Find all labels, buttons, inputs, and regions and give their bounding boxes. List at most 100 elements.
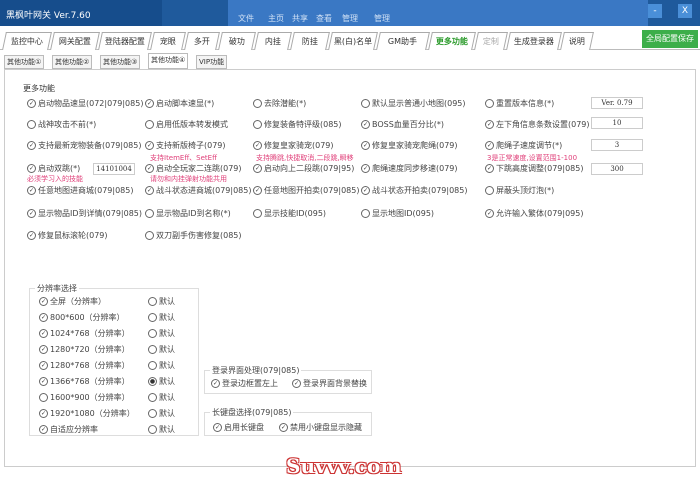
resolution-checkbox[interactable]: ✓ 1366*768（分辨率） — [39, 376, 130, 387]
default-radio[interactable]: 默认 — [148, 360, 175, 371]
jump-height-input[interactable]: 300 — [591, 163, 643, 175]
default-radio[interactable]: 默认 — [148, 328, 175, 339]
option-checkbox[interactable]: ✓ 修复皇家骑宠(079) — [253, 140, 334, 151]
tab-label: 多开 — [193, 37, 210, 46]
resolution-checkbox[interactable]: ✓ 800*600（分辨率） — [39, 312, 125, 323]
option-checkbox[interactable]: 显示地图ID(095) — [361, 208, 434, 219]
option-checkbox[interactable]: ✓ BOSS血量百分比(*) — [361, 119, 444, 130]
resolution-checkbox[interactable]: 1600*900（分辨率） — [39, 392, 130, 403]
default-radio[interactable]: 默认 — [148, 296, 175, 307]
login-left-top-checkbox[interactable]: ✓ 登录边框置左上 — [211, 378, 278, 389]
subtab-2[interactable]: 其他功能③ — [100, 55, 141, 69]
check-icon: ✓ — [485, 209, 494, 218]
tab-9[interactable]: GM助手 — [376, 32, 430, 50]
long-keyboard-checkbox[interactable]: ✓ 启用长键盘 — [213, 422, 264, 433]
save-all-button[interactable]: 全局配置保存 — [642, 30, 698, 48]
check-icon: ✓ — [39, 345, 48, 354]
ribbon-share[interactable]: 共享 — [292, 13, 308, 24]
option-label: 战神攻击不前(*) — [38, 120, 97, 129]
tab-11[interactable]: 定制 — [474, 32, 508, 50]
tab-12[interactable]: 生成登录器 — [506, 32, 562, 50]
option-checkbox[interactable]: ✓ 支持新版椅子(079) — [145, 140, 226, 151]
tab-6[interactable]: 内挂 — [254, 32, 292, 50]
option-checkbox[interactable]: ✓ 爬绳子速度调节(*) — [485, 140, 562, 151]
ribbon-home[interactable]: 主页 — [268, 13, 284, 24]
option-checkbox[interactable]: 战神攻击不前(*) — [27, 119, 96, 130]
version-input[interactable]: Ver. 0.79 — [591, 97, 643, 109]
ribbon-manage[interactable]: 管理 — [342, 13, 358, 24]
option-checkbox[interactable]: 双刀副手伤害修复(085) — [145, 230, 242, 241]
default-radio[interactable]: ● 默认 — [148, 376, 175, 387]
option-checkbox[interactable]: ✓ 修复鼠标滚轮(079) — [27, 230, 108, 241]
option-checkbox[interactable]: ✓ 允许输入繁体(079|095) — [485, 208, 583, 219]
option-checkbox[interactable]: ✓ 左下角信息条数设置(079) — [485, 119, 590, 130]
default-radio[interactable]: 默认 — [148, 392, 175, 403]
default-label: 默认 — [159, 377, 175, 386]
default-radio[interactable]: 默认 — [148, 424, 175, 435]
tab-7[interactable]: 防挂 — [290, 32, 330, 50]
resolution-checkbox[interactable]: ✓ 1920*1080（分辨率） — [39, 408, 135, 419]
tab-1[interactable]: 网关配置 — [50, 32, 100, 50]
resolution-label: 自适应分辨率 — [50, 425, 98, 434]
option-checkbox[interactable]: 修复装备特评级(085) — [253, 119, 342, 130]
option-checkbox[interactable]: ✓ 爬绳速度同步移速(079) — [361, 163, 458, 174]
minimize-button[interactable]: - — [648, 4, 662, 18]
option-checkbox[interactable]: ✓ 下跳高度调整(079|085) — [485, 163, 583, 174]
tab-3[interactable]: 宠眼 — [150, 32, 186, 50]
option-checkbox[interactable]: 显示技能ID(095) — [253, 208, 326, 219]
subtab-4[interactable]: VIP功能 — [196, 55, 228, 69]
option-checkbox[interactable]: 去除潜能(*) — [253, 98, 306, 109]
resolution-checkbox[interactable]: ✓ 1280*720（分辨率） — [39, 344, 130, 355]
resolution-checkbox[interactable]: ✓ 自适应分辨率 — [39, 424, 98, 435]
resolution-label: 全屏（分辨率） — [50, 297, 106, 306]
ribbon-file[interactable]: 文件 — [238, 13, 254, 24]
option-checkbox[interactable]: 显示物品ID到名称(*) — [145, 208, 231, 219]
option-checkbox[interactable]: ✓ 启动向上二段跳(079|95) — [253, 163, 354, 174]
ribbon-view[interactable]: 查看 — [316, 13, 332, 24]
tab-5[interactable]: 破功 — [218, 32, 256, 50]
check-icon: ✓ — [39, 313, 48, 322]
check-icon: ✓ — [253, 186, 262, 195]
option-checkbox[interactable]: 重置版本信息(*) — [485, 98, 554, 109]
option-checkbox[interactable]: ✓ 启动全玩家二连跳(079) — [145, 163, 242, 174]
option-checkbox[interactable]: ✓ 战斗状态进商城(079|085) — [145, 185, 251, 196]
default-radio[interactable]: 默认 — [148, 344, 175, 355]
info-count-input[interactable]: 10 — [591, 117, 643, 129]
check-icon: ✓ — [27, 99, 36, 108]
tab-0[interactable]: 监控中心 — [2, 32, 52, 50]
option-checkbox[interactable]: ✓ 启动脚本速显(*) — [145, 98, 214, 109]
ribbon-manage-2[interactable]: 管理 — [374, 13, 390, 24]
option-checkbox[interactable]: 屏蔽头顶灯泡(*) — [485, 185, 554, 196]
option-checkbox[interactable]: ✓ 修复皇家骑宠爬绳(079) — [361, 140, 458, 151]
tab-13[interactable]: 说明 — [560, 32, 594, 50]
resolution-checkbox[interactable]: ✓ 1024*768（分辨率） — [39, 328, 130, 339]
unchecked-icon — [485, 186, 494, 195]
option-checkbox[interactable]: 默认显示普通小地图(095) — [361, 98, 466, 109]
tab-label: 破功 — [228, 37, 245, 46]
tab-8[interactable]: 黑(白)名单 — [328, 32, 378, 50]
login-bg-checkbox[interactable]: ✓ 登录界面背景替换 — [292, 378, 367, 389]
tab-10[interactable]: 更多功能 — [428, 32, 476, 50]
resolution-checkbox[interactable]: ✓ 1280*768（分辨率） — [39, 360, 130, 371]
subtab-0[interactable]: 其他功能① — [4, 55, 45, 69]
option-checkbox[interactable]: ✓ 启动物品速显(072|079|085) — [27, 98, 143, 109]
default-radio[interactable]: 默认 — [148, 312, 175, 323]
subtab-3[interactable]: 其他功能④ — [148, 53, 189, 69]
disable-numpad-checkbox[interactable]: ✓ 禁用小键盘显示隐藏 — [279, 422, 362, 433]
rope-speed-input[interactable]: 3 — [591, 139, 643, 151]
option-checkbox[interactable]: ✓ 任意地图开拍卖(079|085) — [253, 185, 359, 196]
tab-4[interactable]: 多开 — [184, 32, 220, 50]
more-features-title: 更多功能 — [23, 84, 55, 93]
option-checkbox[interactable]: ✓ 任意地图进商城(079|085) — [27, 185, 133, 196]
option-checkbox[interactable]: 启用低版本转发模式 — [145, 119, 228, 130]
option-checkbox[interactable]: ✓ 支持最新宠物装备(079|085) — [27, 140, 141, 151]
option-checkbox[interactable]: ✓ 启动双跳(*) — [27, 163, 80, 174]
double-jump-skill-input[interactable]: 14101004 — [93, 163, 135, 175]
option-checkbox[interactable]: ✓ 战斗状态开拍卖(079|085) — [361, 185, 467, 196]
option-checkbox[interactable]: ✓ 显示物品ID到详情(079|085) — [27, 208, 142, 219]
tab-2[interactable]: 登陆器配置 — [98, 32, 152, 50]
default-radio[interactable]: 默认 — [148, 408, 175, 419]
close-button[interactable]: X — [678, 4, 692, 18]
resolution-checkbox[interactable]: ✓ 全屏（分辨率） — [39, 296, 106, 307]
subtab-1[interactable]: 其他功能② — [52, 55, 93, 69]
